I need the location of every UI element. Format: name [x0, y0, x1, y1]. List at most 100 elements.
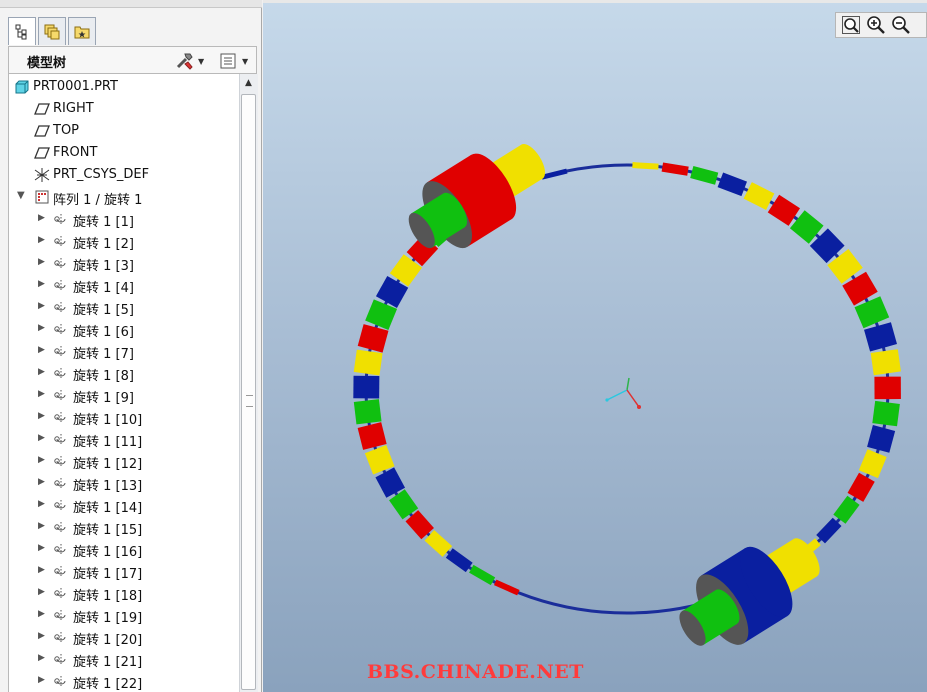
- tree-item-label: 旋转 1 [3]: [73, 259, 134, 274]
- expand-arrow-icon[interactable]: ▶: [38, 565, 45, 575]
- ring-segment: [717, 172, 747, 197]
- expand-arrow-icon[interactable]: ▶: [38, 653, 45, 663]
- tree-item-revolve[interactable]: ▶ 旋转 1 [12]: [9, 450, 240, 472]
- expand-arrow-icon[interactable]: ▶: [38, 235, 45, 245]
- model-tree-tab[interactable]: [8, 17, 36, 45]
- tree-item-revolve[interactable]: ▶ 旋转 1 [3]: [9, 252, 240, 274]
- tree-item-csys[interactable]: PRT_CSYS_DEF: [9, 164, 240, 186]
- revolve-icon: [54, 412, 66, 422]
- tree-root[interactable]: PRT0001.PRT: [9, 76, 240, 98]
- tree-item-revolve[interactable]: ▶ 旋转 1 [14]: [9, 494, 240, 516]
- panel-top-strip: [0, 0, 262, 8]
- expand-arrow-icon[interactable]: ▶: [38, 279, 45, 289]
- expand-arrow-icon[interactable]: ▶: [38, 477, 45, 487]
- tree-item-label: 旋转 1 [10]: [73, 413, 143, 428]
- expand-arrow-icon[interactable]: ▶: [38, 587, 45, 597]
- layers-icon: [44, 24, 60, 39]
- scroll-thumb[interactable]: [241, 94, 256, 690]
- revolve-icon: [54, 500, 66, 510]
- tree-item-label: 旋转 1 [5]: [73, 303, 134, 318]
- revolve-icon: [54, 654, 66, 664]
- tree-item-label: 旋转 1 [20]: [73, 633, 143, 648]
- ring-segment: [827, 248, 863, 284]
- revolve-icon: [54, 632, 66, 642]
- favorites-tab[interactable]: [68, 17, 96, 45]
- revolve-icon: [54, 236, 66, 246]
- ring-segment: [375, 276, 409, 308]
- expand-arrow-icon[interactable]: ▶: [38, 675, 45, 685]
- tree-item-revolve[interactable]: ▶ 旋转 1 [8]: [9, 362, 240, 384]
- tree-item-revolve[interactable]: ▶ 旋转 1 [16]: [9, 538, 240, 560]
- expand-arrow-icon[interactable]: ▶: [38, 433, 45, 443]
- expand-arrow-icon[interactable]: ▶: [38, 631, 45, 641]
- show-dropdown[interactable]: ▼: [219, 51, 248, 71]
- tree-item-label: 旋转 1 [1]: [73, 215, 134, 230]
- model-tree-panel: 模型树 ▼ ▼ PRT0001.PRT RIGHT TOP FRONT PRT_…: [0, 0, 262, 692]
- ring-segment: [424, 529, 453, 557]
- tree-item-right[interactable]: RIGHT: [9, 98, 240, 120]
- expand-arrow-icon[interactable]: ▶: [38, 213, 45, 223]
- expand-arrow-icon[interactable]: ▶: [38, 543, 45, 553]
- revolve-icon: [54, 566, 66, 576]
- zoom-in-button[interactable]: [865, 14, 887, 36]
- tree-item-label: 旋转 1 [6]: [73, 325, 134, 340]
- expand-arrow-icon[interactable]: ▶: [38, 411, 45, 421]
- expand-arrow-icon[interactable]: ▶: [38, 521, 45, 531]
- tree-item-revolve[interactable]: ▶ 旋转 1 [17]: [9, 560, 240, 582]
- tree-item-revolve[interactable]: ▶ 旋转 1 [11]: [9, 428, 240, 450]
- ring-segment: [445, 548, 473, 573]
- tree-item-label: 旋转 1 [21]: [73, 655, 143, 670]
- expand-arrow-icon[interactable]: ▶: [38, 257, 45, 267]
- tree-scrollbar[interactable]: ▲: [239, 74, 258, 692]
- tree-item-label: TOP: [53, 123, 80, 138]
- ring-segment: [405, 510, 434, 540]
- expand-arrow-icon[interactable]: ▶: [38, 389, 45, 399]
- tools-icon: [176, 53, 193, 70]
- tree-item-revolve[interactable]: ▶ 旋转 1 [2]: [9, 230, 240, 252]
- ring-segment: [867, 425, 896, 453]
- expand-arrow-icon[interactable]: ▶: [38, 455, 45, 465]
- settings-dropdown[interactable]: ▼: [175, 51, 204, 71]
- revolve-icon: [54, 456, 66, 466]
- tree-item-revolve[interactable]: ▶ 旋转 1 [18]: [9, 582, 240, 604]
- tree-item-revolve[interactable]: ▶ 旋转 1 [10]: [9, 406, 240, 428]
- expand-arrow-icon[interactable]: ▶: [38, 301, 45, 311]
- tree-item-pattern[interactable]: ▼ 阵列 1 / 旋转 1: [9, 186, 240, 208]
- zoom-out-button[interactable]: [890, 14, 912, 36]
- layers-tab[interactable]: [38, 17, 66, 45]
- datum-plane-icon: [34, 103, 50, 115]
- expand-arrow-icon[interactable]: ▶: [38, 367, 45, 377]
- tree-item-revolve[interactable]: ▶ 旋转 1 [21]: [9, 648, 240, 670]
- ring-segment: [389, 489, 419, 520]
- expand-arrow-icon[interactable]: ▶: [38, 609, 45, 619]
- zoom-fit-button[interactable]: [840, 14, 862, 36]
- ring-segment: [690, 165, 719, 185]
- tree-item-revolve[interactable]: ▶ 旋转 1 [9]: [9, 384, 240, 406]
- tree-item-revolve[interactable]: ▶ 旋转 1 [22]: [9, 670, 240, 692]
- revolve-icon: [54, 324, 66, 334]
- tree-item-label: 阵列 1 / 旋转 1: [53, 193, 143, 208]
- view-toolbar: [835, 12, 927, 38]
- graphics-viewport[interactable]: BBS.CHINADE.NET: [263, 0, 927, 692]
- collapse-arrow-icon[interactable]: ▼: [17, 190, 25, 201]
- expand-arrow-icon[interactable]: ▶: [38, 499, 45, 509]
- tree-item-revolve[interactable]: ▶ 旋转 1 [5]: [9, 296, 240, 318]
- tree-item-revolve[interactable]: ▶ 旋转 1 [19]: [9, 604, 240, 626]
- scroll-up-icon[interactable]: ▲: [240, 75, 257, 91]
- tree-item-revolve[interactable]: ▶ 旋转 1 [1]: [9, 208, 240, 230]
- expand-arrow-icon[interactable]: ▶: [38, 345, 45, 355]
- tree-item-top[interactable]: TOP: [9, 120, 240, 142]
- revolve-icon: [54, 280, 66, 290]
- tree-item-revolve[interactable]: ▶ 旋转 1 [7]: [9, 340, 240, 362]
- csys-triad: [605, 377, 641, 409]
- tree-item-revolve[interactable]: ▶ 旋转 1 [6]: [9, 318, 240, 340]
- tree-item-revolve[interactable]: ▶ 旋转 1 [15]: [9, 516, 240, 538]
- tree-item-front[interactable]: FRONT: [9, 142, 240, 164]
- tree-item-label: 旋转 1 [2]: [73, 237, 134, 252]
- tree-item-revolve[interactable]: ▶ 旋转 1 [4]: [9, 274, 240, 296]
- ring-segment: [632, 162, 659, 170]
- revolve-icon: [54, 544, 66, 554]
- tree-item-revolve[interactable]: ▶ 旋转 1 [13]: [9, 472, 240, 494]
- tree-item-revolve[interactable]: ▶ 旋转 1 [20]: [9, 626, 240, 648]
- expand-arrow-icon[interactable]: ▶: [38, 323, 45, 333]
